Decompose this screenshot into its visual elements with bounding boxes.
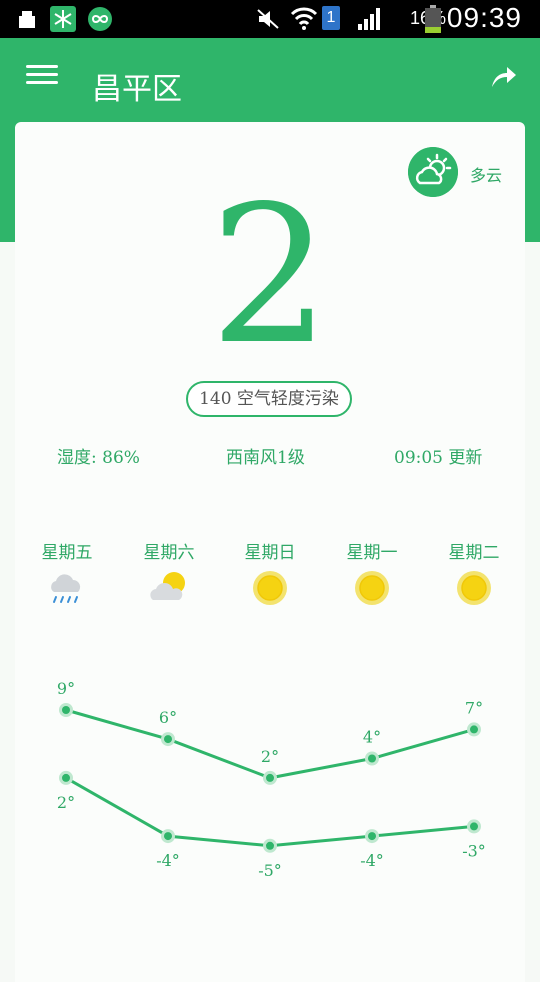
menu-icon-line	[26, 81, 58, 84]
low-temp-point	[266, 841, 274, 850]
signal-strength-icon	[358, 8, 380, 30]
sun-icon	[253, 571, 287, 605]
low-temp-label: -4°	[156, 851, 180, 870]
low-temp-point	[164, 832, 172, 841]
forecast-day-name: 星期五	[41, 543, 93, 563]
sim-card-icon: 1	[322, 6, 340, 30]
menu-button[interactable]	[26, 60, 58, 88]
status-time: 09:39	[446, 2, 522, 33]
forecast-day-name: 星期一	[346, 543, 398, 563]
forecast-day-name: 星期六	[143, 543, 195, 563]
forecast-day-name: 星期日	[244, 543, 296, 563]
low-temp-label: -5°	[258, 861, 282, 880]
rain-cloud-icon	[51, 574, 81, 603]
high-temp-line	[65, 708, 475, 780]
low-temp-label: -3°	[462, 841, 486, 860]
aqi-value: 2	[209, 165, 331, 386]
partly-sunny-icon	[150, 572, 185, 600]
aqi-level-badge[interactable]: 140 空气轻度污染	[186, 381, 352, 417]
low-temp-line	[65, 776, 475, 848]
high-temp-label: 6°	[159, 708, 177, 727]
share-icon[interactable]	[488, 62, 518, 92]
high-temp-label: 7°	[465, 698, 483, 717]
snowflake-app-notification-icon	[50, 6, 76, 32]
update-time-label: 09:05 更新	[394, 448, 483, 468]
low-temp-point	[368, 832, 376, 841]
high-temp-label: 9°	[57, 679, 75, 698]
temperature-chart: 9° 6° 2° 4° 7° 2° -4° -5° -4° -3°	[57, 679, 486, 880]
wind-label: 西南风1级	[226, 448, 305, 468]
sd-card-notification-icon	[19, 11, 35, 28]
mute-icon	[257, 9, 279, 29]
high-temp-point	[470, 725, 478, 734]
menu-icon-line	[26, 73, 58, 76]
battery-icon	[425, 5, 441, 33]
high-temp-point	[164, 735, 172, 744]
low-temp-point	[62, 773, 70, 782]
status-bar: 1 16% 09:39	[0, 0, 540, 38]
sun-icon	[457, 571, 491, 605]
high-temp-point	[266, 773, 274, 782]
high-temp-label: 2°	[261, 747, 279, 766]
low-temp-label: -4°	[360, 851, 384, 870]
humidity-label: 湿度: 86%	[57, 448, 140, 468]
wifi-icon	[290, 7, 318, 30]
forecast-day-name: 星期二	[448, 543, 500, 563]
low-temp-label: 2°	[57, 793, 75, 812]
low-temp-point	[470, 822, 478, 831]
high-temp-label: 4°	[363, 728, 381, 747]
menu-icon-line	[26, 65, 58, 68]
sun-icon	[355, 571, 389, 605]
infinity-app-notification-icon	[88, 7, 112, 31]
high-temp-point	[62, 706, 70, 714]
city-title[interactable]: 昌平区	[92, 64, 182, 108]
high-temp-point	[368, 754, 376, 763]
